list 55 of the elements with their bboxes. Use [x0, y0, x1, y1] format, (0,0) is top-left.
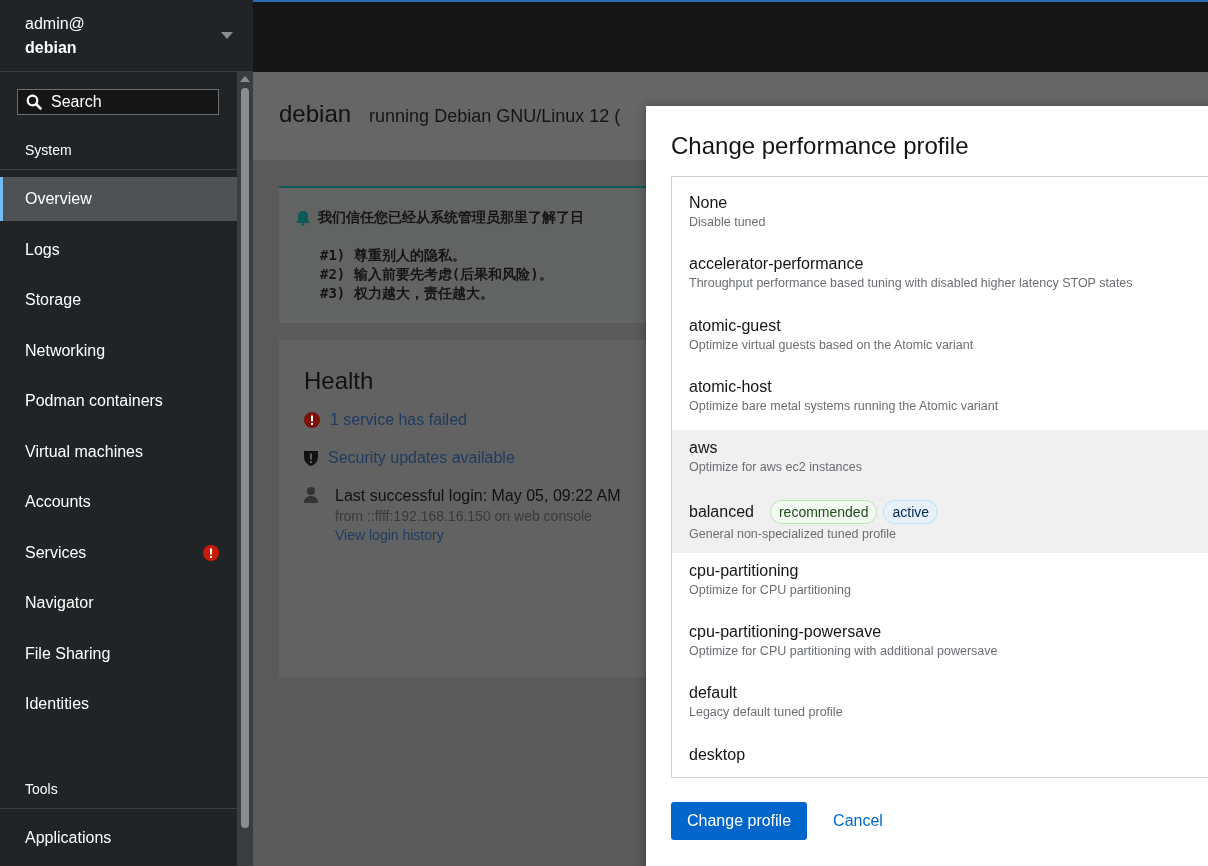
card-title: Health: [304, 367, 374, 395]
profile-name: None: [689, 194, 728, 212]
profile-description: Optimize virtual guests based on the Atomic variant: [689, 337, 975, 352]
profile-description: Throughput performance based tuning with disabled higher latency STOP states: [689, 276, 1134, 291]
profile-description: Optimize bare metal systems running the Atomic variant: [689, 398, 1000, 413]
nav-item[interactable]: Applications: [0, 815, 237, 860]
nav-item[interactable]: Networking: [0, 328, 237, 373]
profile-name: accelerator-performance: [689, 255, 864, 274]
host-title: debian: [279, 100, 352, 128]
bell-icon: [296, 209, 310, 226]
cancel-button[interactable]: Cancel: [817, 812, 899, 830]
nav-item[interactable]: Virtual machines: [0, 429, 237, 474]
nav-item[interactable]: Podman containers: [0, 379, 237, 423]
profile-description: Optimize for CPU partitioning with additional powersave: [689, 644, 999, 659]
user-icon: [304, 487, 318, 503]
active-label: active: [883, 500, 939, 525]
change-profile-button[interactable]: Change profile: [671, 802, 808, 840]
notice-text: 我们信任您已经从系统管理员那里了解了日: [318, 208, 584, 227]
nav-item[interactable]: Accounts: [0, 480, 237, 524]
profile-name: cpu-partitioning-powersave: [689, 623, 882, 642]
profile-name: atomic-host: [689, 377, 772, 396]
profile-description: General non-specialized tuned profile: [689, 527, 898, 542]
nav-item[interactable]: Identities: [0, 682, 237, 726]
profile-name: aws: [689, 439, 718, 458]
nav-item[interactable]: Storage: [0, 278, 237, 322]
profile-option[interactable]: aws Optimize for aws ec2 instances: [672, 430, 1208, 492]
profile-name: desktop: [689, 745, 746, 764]
shield-icon: [304, 450, 318, 466]
nav-item[interactable]: File Sharing: [0, 631, 237, 676]
notice-text: #2) 输入前要先考虑(后果和风险)。: [320, 265, 553, 284]
profile-name: cpu-partitioning: [689, 561, 799, 580]
profile-description: Legacy default tuned profile: [689, 705, 844, 720]
notice-text: #3) 权力越大，责任越大。: [320, 284, 494, 303]
scroll-up-icon[interactable]: [240, 76, 250, 82]
scrollbar[interactable]: [237, 72, 253, 866]
profile-name: default: [689, 684, 738, 703]
profile-option[interactable]: balanced recommended active General non-specialized tuned profile: [672, 491, 1208, 553]
search-field[interactable]: Search: [17, 89, 219, 115]
recommended-label: recommended: [769, 500, 878, 525]
alert-icon: [304, 412, 320, 428]
profile-name: balanced: [689, 503, 754, 522]
caret-icon[interactable]: [221, 32, 233, 39]
login-text: Last successful login: May 05, 09:22 AM: [335, 487, 621, 505]
nav-item[interactable]: Navigator: [0, 581, 237, 625]
dialog-title: Change performance profile: [671, 132, 970, 160]
host-subtitle: running Debian GNU/Linux 12 (: [369, 106, 621, 127]
profile-name: atomic-guest: [689, 316, 781, 335]
profile-description: Disable tuned: [689, 215, 767, 229]
nav-item[interactable]: Services: [0, 530, 237, 575]
nav-item[interactable]: Overview: [0, 177, 237, 221]
search-icon: [26, 94, 42, 110]
nav-item[interactable]: Logs: [0, 227, 237, 272]
notice-text: #1) 尊重别人的隐私。: [320, 246, 466, 265]
profile-description: Optimize for CPU partitioning: [689, 582, 852, 597]
profile-description: Optimize for aws ec2 instances: [689, 460, 863, 475]
